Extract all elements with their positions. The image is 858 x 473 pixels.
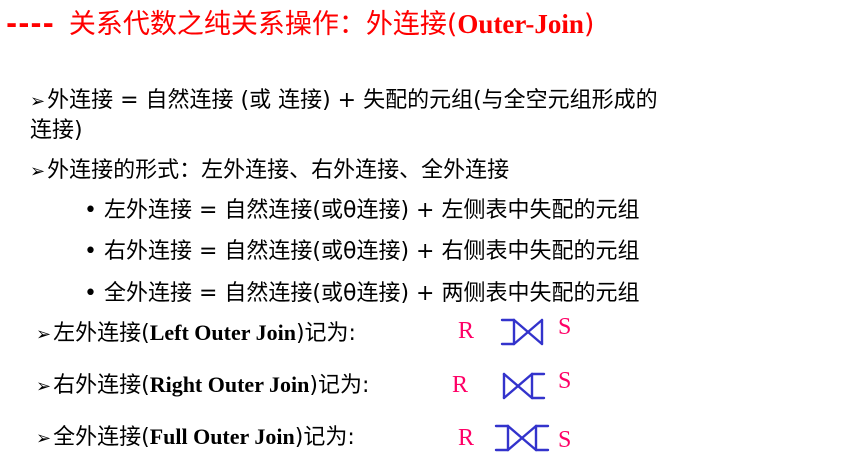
full-definition-text: 全外连接 = 自然连接(或θ连接) + 两侧表中失配的元组 bbox=[104, 281, 640, 306]
relation-r-full: R bbox=[458, 425, 475, 451]
outer-join-definition: ➢外连接 = 自然连接 (或 连接) + 失配的元组(与全空元组形成的 bbox=[30, 86, 658, 117]
arrow-bullet-icon: ➢ bbox=[36, 376, 52, 397]
full-outer-join-notation: ➢全外连接(Full Outer Join)记为: bbox=[36, 422, 355, 454]
left-outer-join-definition: • 左外连接 = 自然连接(或θ连接) + 左侧表中失配的元组 bbox=[84, 196, 639, 226]
arrow-bullet-icon: ➢ bbox=[30, 91, 46, 112]
bullet-icon: • bbox=[84, 198, 97, 223]
bullet-icon: • bbox=[84, 281, 97, 306]
definition-text-2: 连接) bbox=[30, 118, 83, 143]
right-outer-join-definition: • 右外连接 = 自然连接(或θ连接) + 右侧表中失配的元组 bbox=[84, 237, 639, 267]
bullet-icon: • bbox=[84, 239, 97, 264]
title-text-en: Outer-Join bbox=[457, 9, 584, 39]
left-outer-join-icon bbox=[500, 318, 544, 346]
right-en: Right Outer Join bbox=[149, 372, 310, 397]
relation-s-left: S bbox=[558, 314, 572, 340]
right-cn: 右外连接( bbox=[53, 373, 150, 398]
relation-r-left: R bbox=[458, 318, 475, 344]
left-definition-text: 左外连接 = 自然连接(或θ连接) + 左侧表中失配的元组 bbox=[104, 198, 640, 223]
full-en: Full Outer Join bbox=[149, 424, 295, 449]
left-cn: 左外连接( bbox=[53, 321, 150, 346]
right-definition-text: 右外连接 = 自然连接(或θ连接) + 右侧表中失配的元组 bbox=[104, 239, 640, 264]
full-tail: )记为: bbox=[294, 425, 355, 450]
title-text-close: ) bbox=[583, 9, 595, 40]
arrow-bullet-icon: ➢ bbox=[36, 428, 52, 449]
left-en: Left Outer Join bbox=[149, 320, 296, 345]
full-cn: 全外连接( bbox=[53, 425, 150, 450]
arrow-bullet-icon: ➢ bbox=[36, 324, 52, 345]
right-outer-join-icon bbox=[502, 372, 546, 400]
relation-r-right: R bbox=[452, 372, 469, 398]
relation-s-right: S bbox=[558, 368, 572, 394]
left-outer-join-notation: ➢左外连接(Left Outer Join)记为: bbox=[36, 318, 356, 350]
outer-join-forms: ➢外连接的形式：左外连接、右外连接、全外连接 bbox=[30, 156, 509, 187]
forms-text: 外连接的形式：左外连接、右外连接、全外连接 bbox=[47, 158, 510, 183]
right-tail: )记为: bbox=[309, 373, 370, 398]
definition-text-1: 外连接 = 自然连接 (或 连接) + 失配的元组(与全空元组形成的 bbox=[47, 88, 658, 113]
title-text-cn: 关系代数之纯关系操作：外连接( bbox=[68, 9, 458, 40]
relation-s-full: S bbox=[558, 427, 572, 453]
arrow-bullet-icon: ➢ bbox=[30, 161, 46, 182]
right-outer-join-notation: ➢右外连接(Right Outer Join)记为: bbox=[36, 370, 369, 402]
left-tail: )记为: bbox=[295, 321, 356, 346]
full-outer-join-icon bbox=[494, 424, 550, 452]
full-outer-join-definition: • 全外连接 = 自然连接(或θ连接) + 两侧表中失配的元组 bbox=[84, 279, 639, 309]
outer-join-definition-cont: 连接) bbox=[30, 116, 83, 146]
page-title: ---- 关系代数之纯关系操作：外连接(Outer-Join) bbox=[6, 4, 594, 44]
title-dashes: ---- bbox=[6, 9, 55, 40]
